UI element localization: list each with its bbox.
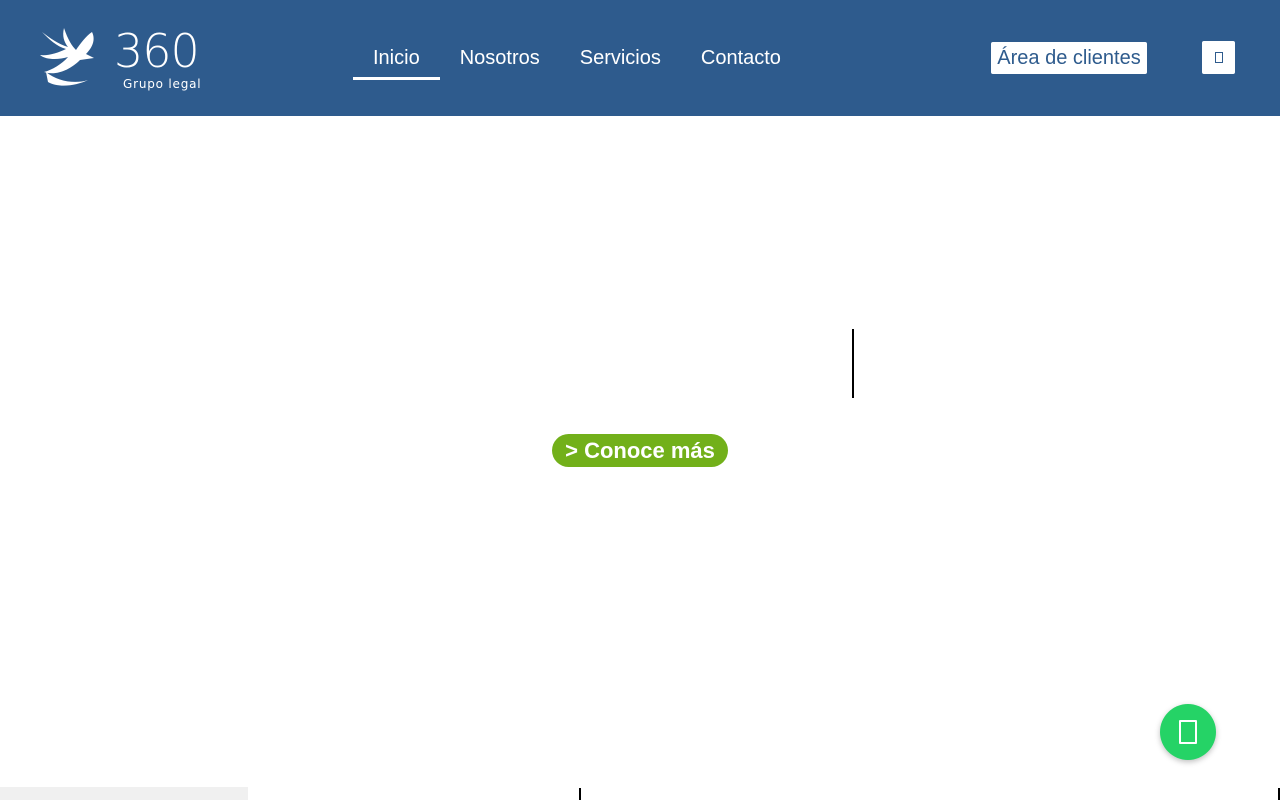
learn-more-button[interactable]: > Conoce más: [552, 434, 728, 467]
whatsapp-button[interactable]: [1160, 704, 1216, 760]
menu-button[interactable]: [1202, 41, 1235, 74]
menu-icon: [1214, 52, 1223, 63]
client-area-button[interactable]: Área de clientes: [991, 42, 1147, 74]
nav-item-nosotros[interactable]: Nosotros: [440, 36, 560, 80]
eagle-logo-icon: [40, 28, 94, 86]
bottom-image-strip: [0, 787, 248, 800]
logo-subtitle: Grupo legal: [123, 77, 202, 91]
text-cursor: [852, 329, 854, 398]
logo-number: 360: [114, 24, 200, 78]
nav-item-contacto[interactable]: Contacto: [681, 36, 801, 80]
section-divider: [579, 788, 581, 800]
site-header: 360 Grupo legal Inicio Nosotros Servicio…: [0, 0, 1280, 116]
nav-item-servicios[interactable]: Servicios: [560, 36, 681, 80]
whatsapp-icon: [1179, 720, 1197, 744]
brand-logo[interactable]: 360 Grupo legal: [36, 22, 216, 94]
main-nav: Inicio Nosotros Servicios Contacto: [353, 36, 801, 80]
nav-item-inicio[interactable]: Inicio: [353, 36, 440, 80]
